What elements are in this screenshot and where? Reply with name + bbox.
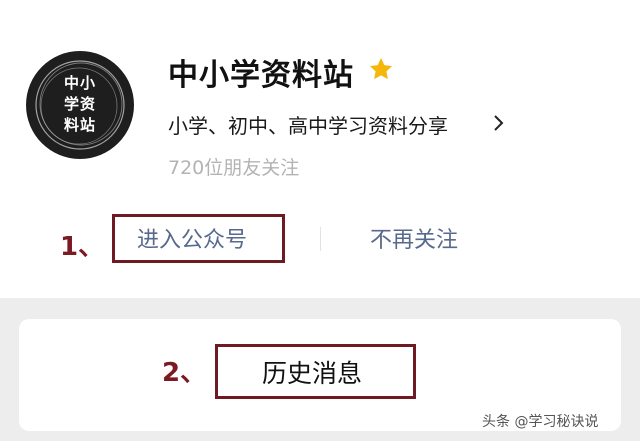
avatar-line: 学资 (63, 95, 96, 113)
avatar-text: 中小 学资 料站 (26, 73, 134, 136)
account-description[interactable]: 小学、初中、高中学习资料分享 (168, 110, 448, 139)
avatar-line: 中小 (63, 74, 96, 92)
enter-account-button[interactable]: 进入公众号 (137, 222, 247, 254)
step-number-2: 2、 (162, 358, 207, 388)
chevron-right-icon[interactable] (493, 113, 505, 133)
avatar[interactable]: 中小 学资 料站 (26, 51, 134, 159)
star-icon (369, 57, 393, 80)
step-number-1: 1、 (60, 232, 105, 262)
account-name: 中小学资料站 (168, 58, 354, 93)
action-divider (320, 227, 321, 251)
unfollow-button[interactable]: 不再关注 (370, 222, 458, 254)
watermark: 头条 @学习秘诀说 (482, 414, 599, 430)
avatar-line: 料站 (63, 116, 96, 134)
history-messages-button[interactable]: 历史消息 (262, 354, 362, 390)
followers-count: 720位朋友关注 (168, 157, 300, 179)
